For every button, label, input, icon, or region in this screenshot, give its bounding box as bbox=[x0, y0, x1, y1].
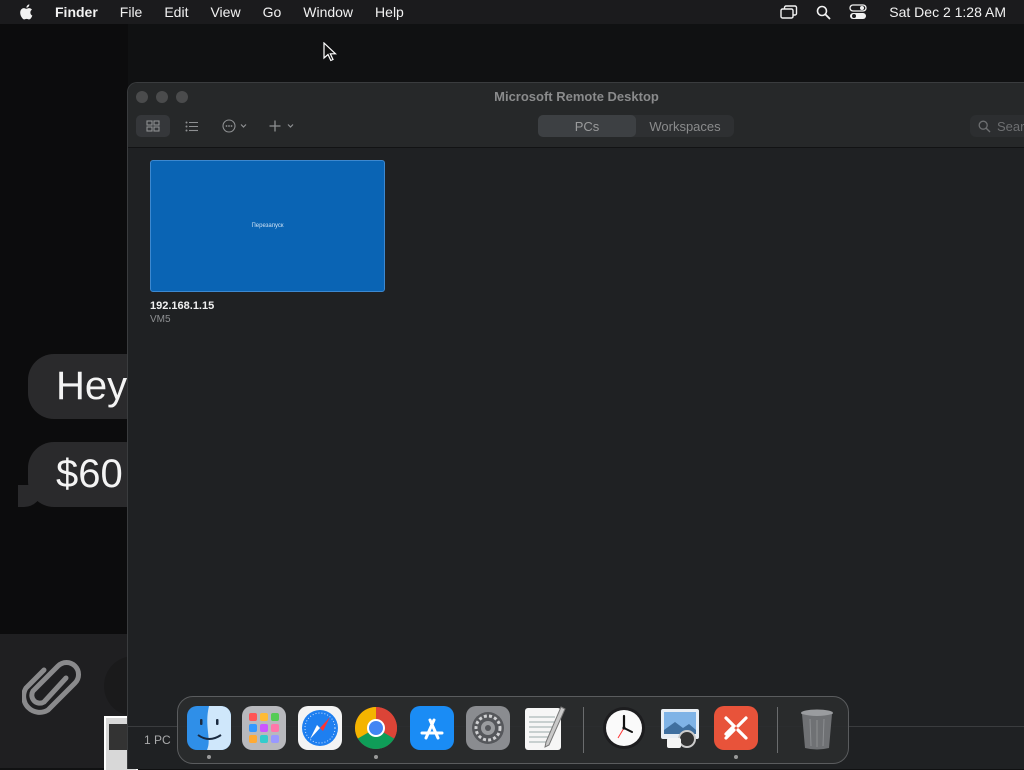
pc-name: 192.168.1.15 bbox=[150, 300, 215, 312]
apple-logo-icon[interactable] bbox=[18, 3, 36, 21]
dock-system-preferences[interactable] bbox=[465, 705, 511, 751]
system-preferences-icon bbox=[466, 706, 510, 750]
dock-separator bbox=[777, 707, 778, 753]
background-messages-window: Hey $60 bbox=[0, 24, 128, 768]
view-segmented-control: PCs Workspaces bbox=[538, 115, 734, 137]
menubar-status-area: Sat Dec 2 1:28 AM bbox=[762, 0, 1006, 24]
trash-icon bbox=[801, 709, 833, 750]
dock-separator bbox=[583, 707, 584, 753]
screen-mirroring-icon[interactable] bbox=[780, 5, 798, 19]
clock-icon bbox=[603, 707, 645, 749]
grid-view-button[interactable] bbox=[136, 115, 170, 137]
chrome-icon bbox=[354, 707, 398, 750]
dock-preview[interactable] bbox=[657, 705, 703, 751]
dock-textedit[interactable] bbox=[521, 705, 567, 751]
search-field[interactable]: Search bbox=[970, 115, 1024, 137]
launchpad-icon bbox=[242, 706, 286, 750]
add-button[interactable] bbox=[266, 115, 300, 137]
window-toolbar: Microsoft Remote Desktop PCs Workspaces … bbox=[128, 83, 1024, 148]
tab-pcs[interactable]: PCs bbox=[538, 115, 636, 137]
remote-desktop-window: Microsoft Remote Desktop PCs Workspaces … bbox=[127, 82, 1024, 769]
pcs-grid: Перезапуск 192.168.1.15 VM5 bbox=[128, 148, 1024, 708]
search-icon bbox=[978, 120, 991, 133]
message-bubble: $60 bbox=[18, 442, 128, 507]
pc-count: 1 PC bbox=[144, 733, 171, 747]
dock-clock[interactable] bbox=[601, 705, 647, 751]
menu-file[interactable]: File bbox=[120, 4, 143, 20]
more-actions-button[interactable] bbox=[218, 115, 252, 137]
menu-help[interactable]: Help bbox=[375, 4, 404, 20]
preview-icon bbox=[661, 709, 699, 748]
pc-user-account: VM5 bbox=[150, 314, 171, 325]
running-indicator bbox=[734, 755, 738, 759]
pc-thumbnail-text: Перезапуск bbox=[251, 223, 284, 229]
app-store-icon bbox=[410, 706, 454, 750]
mouse-cursor-icon bbox=[323, 42, 337, 62]
dock bbox=[177, 696, 849, 764]
safari-icon bbox=[298, 706, 342, 750]
window-title: Microsoft Remote Desktop bbox=[494, 89, 659, 104]
dock-app-store[interactable] bbox=[409, 705, 455, 751]
dock-remote-desktop[interactable] bbox=[713, 705, 759, 759]
menubar-clock[interactable]: Sat Dec 2 1:28 AM bbox=[889, 4, 1006, 20]
menu-view[interactable]: View bbox=[210, 4, 240, 20]
menu-window[interactable]: Window bbox=[303, 4, 353, 20]
list-icon bbox=[185, 121, 198, 131]
running-indicator bbox=[207, 755, 211, 759]
textedit-icon bbox=[525, 706, 566, 750]
menu-go[interactable]: Go bbox=[263, 4, 282, 20]
ellipsis-circle-icon bbox=[222, 119, 247, 133]
menu-app-name[interactable]: Finder bbox=[55, 4, 98, 20]
dock-finder[interactable] bbox=[186, 705, 232, 759]
search-placeholder: Search bbox=[997, 118, 1024, 134]
menu-bar: Finder File Edit View Go Window Help Sat… bbox=[0, 0, 1024, 24]
control-center-icon[interactable] bbox=[849, 4, 867, 20]
spotlight-search-icon[interactable] bbox=[816, 5, 831, 20]
grid-icon bbox=[146, 120, 160, 132]
dock-safari[interactable] bbox=[297, 705, 343, 751]
dock-trash[interactable] bbox=[794, 705, 840, 751]
remote-desktop-icon bbox=[714, 706, 758, 750]
pc-thumbnail[interactable]: Перезапуск bbox=[150, 160, 385, 292]
paperclip-icon[interactable] bbox=[22, 656, 82, 722]
list-view-button[interactable] bbox=[180, 115, 204, 137]
tab-workspaces[interactable]: Workspaces bbox=[636, 115, 734, 137]
dock-launchpad[interactable] bbox=[241, 705, 287, 751]
menu-edit[interactable]: Edit bbox=[164, 4, 188, 20]
pc-card[interactable]: Перезапуск 192.168.1.15 VM5 bbox=[150, 160, 385, 325]
dock-chrome[interactable] bbox=[353, 705, 399, 759]
running-indicator bbox=[374, 755, 378, 759]
message-bubble: Hey bbox=[28, 354, 128, 419]
finder-icon bbox=[187, 706, 231, 750]
plus-icon bbox=[269, 120, 294, 132]
